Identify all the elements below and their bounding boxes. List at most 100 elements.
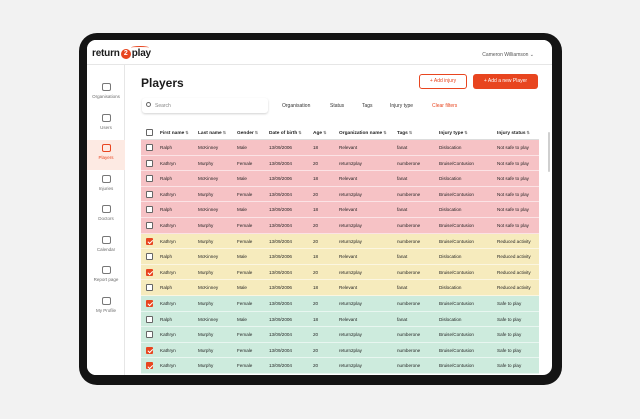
cell-dob: 13/09/2004 <box>269 160 292 166</box>
sort-icon: ⇅ <box>383 130 387 135</box>
cell-org: Relevant <box>339 176 358 182</box>
table-row[interactable]: Kathryn Murphy Female 13/09/2004 20 return2pl… <box>141 358 539 374</box>
row-checkbox[interactable] <box>146 299 153 307</box>
col-first-name[interactable]: First name⇅ <box>160 125 189 141</box>
sidebar-item-users[interactable]: Users <box>87 110 125 140</box>
cell-status: Not safe to play <box>497 222 529 228</box>
clear-filters-button[interactable]: Clear filters <box>432 103 457 109</box>
row-checkbox[interactable] <box>146 206 153 214</box>
table-row[interactable]: Ralph McKinney Male 13/09/2006 18 Relevant fan… <box>141 202 539 218</box>
filter-status[interactable]: Status <box>330 103 344 109</box>
row-checkbox[interactable] <box>146 144 153 151</box>
cell-age: 20 <box>313 300 319 306</box>
cell-org: Relevant <box>339 207 358 213</box>
sidebar-item-report-page[interactable]: Report page <box>87 262 125 292</box>
col-age-label: Age <box>313 131 323 136</box>
col-injury-type[interactable]: Injury type⇅ <box>439 125 468 141</box>
search-box[interactable] <box>142 98 268 113</box>
cell-tags: numberone <box>397 269 421 275</box>
table-row[interactable]: Kathryn Murphy Female 13/09/2004 20 return2pl… <box>141 186 539 203</box>
table-row[interactable]: Ralph McKinney Male 13/09/2006 18 Relevant fan… <box>141 280 539 296</box>
cell-tags: numberone <box>397 300 421 306</box>
filter-organisation[interactable]: Organisation <box>282 103 310 109</box>
cell-dob: 13/09/2004 <box>269 222 292 228</box>
cell-age: 20 <box>313 191 319 197</box>
row-checkbox[interactable] <box>146 315 153 323</box>
cell-gender: Female <box>237 222 253 228</box>
row-checkbox[interactable] <box>146 221 153 229</box>
logo[interactable]: return 2 play <box>92 48 151 59</box>
sidebar-item-injuries[interactable]: Injuries <box>87 171 125 201</box>
sidebar-item-my-profile[interactable]: My Profile <box>87 293 125 323</box>
col-org[interactable]: Organization name⇅ <box>339 125 387 141</box>
table-scrollbar[interactable] <box>548 132 550 172</box>
cell-org: Relevant <box>339 145 358 150</box>
row-checkbox[interactable] <box>146 362 153 370</box>
row-checkbox[interactable] <box>146 346 153 354</box>
cell-last: McKinney <box>198 254 219 260</box>
cell-tags: fanat <box>397 285 408 291</box>
cell-injury: Dislocation <box>439 207 462 213</box>
app-screen: return 2 play Cameron Williamson ⌄ Organis… <box>87 40 552 375</box>
cell-org: Relevant <box>339 316 358 322</box>
col-last-name[interactable]: Last name⇅ <box>198 125 226 141</box>
row-checkbox[interactable] <box>146 331 153 339</box>
col-age[interactable]: Age⇅ <box>313 125 326 141</box>
col-tags[interactable]: Tags⇅ <box>397 125 412 141</box>
table-row[interactable]: Kathryn Murphy Female 13/09/2004 20 return2pl… <box>141 295 539 312</box>
row-checkbox[interactable] <box>146 268 153 276</box>
cell-dob: 13/09/2006 <box>269 285 292 291</box>
cell-status: Safe to play <box>497 363 522 369</box>
user-menu[interactable]: Cameron Williamson ⌄ <box>482 52 534 58</box>
row-checkbox[interactable] <box>146 284 153 292</box>
table-row[interactable]: Ralph McKinney Male 13/09/2006 18 Relevant fan… <box>141 171 539 187</box>
cell-status: Reduced activity <box>497 285 531 291</box>
cell-last: McKinney <box>198 285 219 291</box>
table-row[interactable]: Kathryn Murphy Female 13/09/2004 20 return2pl… <box>141 327 539 343</box>
col-injury-status[interactable]: Injury status⇅ <box>497 125 530 141</box>
table-row[interactable]: Ralph McKinney Male 13/09/2006 18 Relevant fan… <box>141 249 539 265</box>
select-all-checkbox[interactable] <box>146 129 153 136</box>
cell-status: Reduced activity <box>497 254 531 260</box>
sidebar-item-organisations[interactable]: Organisations <box>87 79 125 109</box>
sidebar-item-label: Doctors <box>98 216 114 221</box>
table-row[interactable]: Ralph McKinney Male 13/09/2006 18 Relevant fan… <box>141 311 539 328</box>
users-icon <box>101 113 111 122</box>
row-checkbox[interactable] <box>146 237 153 245</box>
row-checkbox[interactable] <box>146 253 153 261</box>
cell-last: Murphy <box>198 222 214 228</box>
add-injury-button[interactable]: + Add injury <box>419 74 467 89</box>
table-row[interactable]: Kathryn Murphy Female 13/09/2004 20 return2pl… <box>141 155 539 172</box>
sidebar-item-players[interactable]: Players <box>87 140 125 170</box>
sidebar-item-calendar[interactable]: Calendar <box>87 232 125 262</box>
sort-icon: ⇅ <box>185 130 189 135</box>
cell-age: 20 <box>313 238 319 244</box>
table-row[interactable]: Kathryn Murphy Female 13/09/2004 20 return2pl… <box>141 233 539 250</box>
row-checkbox[interactable] <box>146 175 153 183</box>
col-gender[interactable]: Gender⇅ <box>237 125 258 141</box>
cell-status: Not safe to play <box>497 191 529 197</box>
table-row[interactable]: Ralph McKinney Male 13/09/2006 18 Relevant fan… <box>141 140 539 156</box>
table-row[interactable]: Kathryn Murphy Female 13/09/2004 20 return2pl… <box>141 217 539 234</box>
cell-age: 20 <box>313 363 319 369</box>
table-row[interactable]: Kathryn Murphy Female 13/09/2004 20 return2pl… <box>141 264 539 281</box>
logo-text-a: return <box>92 48 120 59</box>
cell-org: return2play <box>339 347 362 353</box>
sidebar-item-doctors[interactable]: Doctors <box>87 201 125 231</box>
col-dob[interactable]: Date of birth⇅ <box>269 125 302 141</box>
cell-status: Safe to play <box>497 316 522 322</box>
filter-tags[interactable]: Tags <box>362 103 373 109</box>
filter-injury-type[interactable]: Injury type <box>390 103 413 109</box>
sort-icon: ⇅ <box>254 130 259 135</box>
sort-icon: ⇅ <box>464 130 468 135</box>
cell-last: Murphy <box>198 347 214 353</box>
cell-first: Kathryn <box>160 191 176 197</box>
search-input[interactable] <box>155 100 260 111</box>
cell-first: Ralph <box>160 254 173 260</box>
add-player-button[interactable]: + Add a new Player <box>473 74 538 89</box>
cell-dob: 13/09/2006 <box>269 176 292 182</box>
row-checkbox[interactable] <box>146 190 153 198</box>
row-checkbox[interactable] <box>146 159 153 167</box>
table-row[interactable]: Kathryn Murphy Female 13/09/2004 20 return2pl… <box>141 342 539 359</box>
col-gender-label: Gender <box>237 131 254 136</box>
